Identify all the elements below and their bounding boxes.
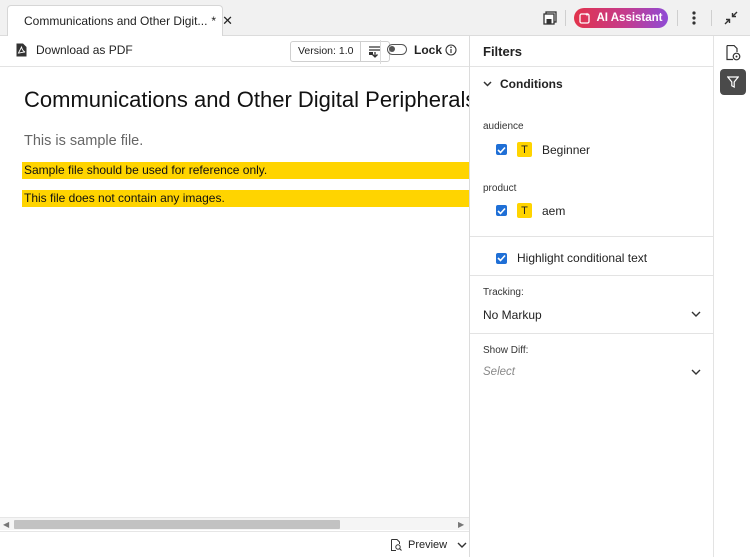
checkbox-aem[interactable] bbox=[496, 205, 507, 216]
checkbox-highlight-conditional[interactable] bbox=[496, 252, 507, 264]
version-control: Version: 1.0 bbox=[290, 41, 391, 62]
version-label[interactable]: Version: 1.0 bbox=[291, 42, 362, 61]
document-heading: Communications and Other Digital Periphe… bbox=[24, 87, 469, 112]
info-icon[interactable] bbox=[445, 44, 457, 56]
horizontal-scrollbar[interactable]: ◀ ▶ bbox=[0, 517, 469, 530]
checkmark-icon bbox=[497, 146, 506, 154]
document-canvas[interactable]: Communications and Other Digital Periphe… bbox=[0, 67, 469, 517]
document-properties-button[interactable] bbox=[720, 40, 746, 66]
scroll-left-icon[interactable]: ◀ bbox=[3, 518, 9, 531]
scroll-right-icon[interactable]: ▶ bbox=[458, 518, 464, 531]
condition-group-label: audience bbox=[483, 121, 524, 132]
tab-bar: Communications and Other Digit... * ✕ AI… bbox=[0, 0, 750, 36]
save-all-icon[interactable] bbox=[541, 9, 559, 27]
preview-label: Preview bbox=[408, 539, 448, 551]
ai-assistant-label: AI Assistant bbox=[596, 12, 663, 24]
highlight-conditional-label: Highlight conditional text bbox=[517, 251, 648, 265]
divider bbox=[470, 275, 713, 276]
chevron-down-icon[interactable] bbox=[691, 369, 701, 375]
condition-item-aem: T aem bbox=[496, 203, 565, 218]
close-icon[interactable]: ✕ bbox=[222, 13, 233, 29]
tab-title: Communications and Other Digit... bbox=[24, 14, 208, 28]
text-condition-icon: T bbox=[517, 203, 532, 218]
tab-document[interactable]: Communications and Other Digit... * ✕ bbox=[7, 5, 233, 36]
document-paragraph: This is sample file. bbox=[24, 133, 144, 149]
right-rail bbox=[713, 36, 750, 557]
document-settings-icon bbox=[725, 45, 740, 61]
chevron-down-icon bbox=[457, 542, 467, 548]
scrollbar-thumb[interactable] bbox=[14, 520, 340, 529]
toolbar-divider bbox=[677, 10, 678, 26]
status-bar: Preview bbox=[0, 531, 469, 557]
pdf-icon bbox=[16, 43, 27, 57]
lock-toggle[interactable] bbox=[387, 44, 407, 55]
filter-icon bbox=[727, 76, 739, 88]
divider bbox=[470, 333, 713, 334]
condition-group-label: product bbox=[483, 183, 517, 194]
version-history-icon[interactable] bbox=[361, 42, 389, 61]
show-diff-label: Show Diff: bbox=[483, 345, 529, 356]
tracking-select[interactable]: No Markup bbox=[483, 308, 542, 322]
collapse-icon[interactable] bbox=[722, 9, 740, 27]
condition-item-beginner: T Beginner bbox=[496, 142, 590, 157]
tab-modified-indicator: * bbox=[211, 14, 217, 28]
conditions-label: Conditions bbox=[500, 77, 563, 91]
divider bbox=[470, 66, 713, 67]
tracking-label: Tracking: bbox=[483, 287, 524, 298]
checkbox-beginner[interactable] bbox=[496, 144, 507, 155]
download-pdf-label: Download as PDF bbox=[36, 43, 133, 57]
toolbar-divider bbox=[711, 10, 712, 26]
show-diff-select[interactable]: Select bbox=[483, 366, 515, 378]
filters-button[interactable] bbox=[720, 69, 746, 95]
conditional-highlight-line: Sample file should be used for reference… bbox=[22, 162, 469, 179]
condition-item-label: aem bbox=[542, 203, 566, 218]
condition-item-label: Beginner bbox=[542, 142, 591, 157]
toolbar-separator bbox=[380, 40, 381, 64]
download-pdf-button[interactable]: Download as PDF bbox=[16, 43, 133, 57]
preview-dropdown[interactable]: Preview bbox=[391, 539, 467, 551]
divider bbox=[470, 236, 713, 237]
text-condition-icon: T bbox=[517, 142, 532, 157]
chevron-down-icon[interactable] bbox=[691, 311, 701, 317]
more-options-icon[interactable] bbox=[685, 9, 703, 27]
filters-panel: Filters Conditions audience T Beginner p… bbox=[469, 36, 713, 557]
preview-icon bbox=[391, 539, 402, 551]
ai-sparkle-icon bbox=[579, 12, 591, 24]
filters-title: Filters bbox=[483, 44, 523, 59]
conditional-highlight-line: This file does not contain any images. bbox=[22, 190, 469, 207]
checkmark-icon bbox=[497, 254, 506, 262]
lock-label: Lock bbox=[414, 43, 443, 57]
toolbar-divider bbox=[565, 10, 566, 26]
ai-assistant-button[interactable]: AI Assistant bbox=[574, 8, 668, 28]
checkmark-icon bbox=[497, 207, 506, 215]
chevron-down-icon bbox=[483, 81, 492, 87]
conditions-section-toggle[interactable]: Conditions bbox=[483, 77, 563, 91]
highlight-conditional-option: Highlight conditional text bbox=[496, 251, 647, 265]
